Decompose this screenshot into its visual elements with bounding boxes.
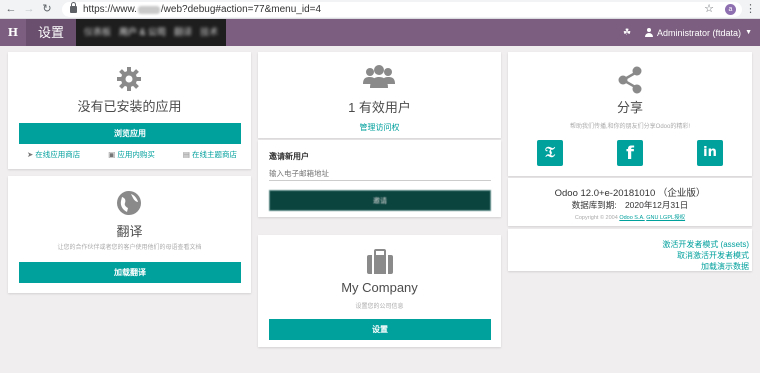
bookmark-star-icon[interactable]: ☆ [704,2,714,17]
navbar-systray: ☘ Administrator (ftdata) ▼ [623,19,752,46]
activate-dev-assets-link[interactable]: 激活开发者模式 (assets) [662,239,749,250]
menu-item-dashboard[interactable]: 仪表板 [80,19,115,46]
load-demo-data-link[interactable]: 加载演示数据 [662,261,749,272]
main-navbar: H 设置 仪表板 用户 & 公司 翻译 技术 ☘ Administrator (… [0,19,760,46]
user-avatar-icon [645,28,654,37]
invite-label: 邀请新用户 [269,152,309,161]
version-card: Odoo 12.0+e-20181010 （企业版） 数据库到期: 2020年1… [508,178,752,226]
theme-store-link[interactable]: ▤ 在线主题商店 [183,149,237,160]
home-menu-icon[interactable]: H [0,19,26,46]
url-prefix: https://www. [83,4,137,15]
rocket-icon: ➤ [27,150,34,159]
back-arrow-icon[interactable]: ← [4,2,18,16]
share-title: 分享 [616,100,643,115]
share-icon [618,66,642,94]
money-icon: ▣ [108,150,116,159]
company-subtitle: 设置您的公司信息 [355,304,404,310]
expiry-date: 2020年12月31日 [624,200,689,210]
caret-down-icon[interactable]: ▼ [745,29,752,36]
menu-item-translations[interactable]: 翻译 [170,19,196,46]
briefcase-icon [367,249,393,274]
browser-menu-icon[interactable]: ⋮ [745,2,756,17]
translate-description: 让您的合作伙伴或者您的客户使用他们的母语查看文档 [57,245,202,251]
load-translation-button[interactable]: 加载翻译 [19,262,241,283]
online-store-link[interactable]: ➤ 在线应用商店 [27,149,80,160]
active-users-title: 1 有效用户 [348,100,411,115]
url-domain-blurred [137,5,160,14]
apps-card: 没有已安装的应用 浏览应用 ➤ 在线应用商店 ▣ 应用内购买 ▤ 在线主题商店 [8,52,251,169]
lock-icon [70,2,77,13]
url-path: /web?debug#action=77&menu_id=4 [160,4,322,15]
apps-title: 没有已安装的应用 [77,99,182,114]
reload-icon[interactable]: ↻ [40,2,54,16]
expiry-label: 数据库到期: [571,200,617,210]
store-links: ➤ 在线应用商店 ▣ 应用内购买 ▤ 在线主题商店 [27,149,237,160]
in-app-purchase-link[interactable]: ▣ 应用内购买 [108,149,155,160]
copyright-text: Copyright © 2004 [574,215,618,221]
users-card: 1 有效用户 管理访问权 [258,52,501,138]
company-settings-button[interactable]: 设置 [269,319,491,340]
odoo-sa-link[interactable]: Odoo S.A. [619,215,644,221]
deactivate-dev-mode-link[interactable]: 取消激活开发者模式 [662,250,749,261]
app-title[interactable]: 设置 [26,19,77,46]
version-text: Odoo 12.0+e-20181010 （企业版） [554,188,706,199]
developer-links: 激活开发者模式 (assets) 取消激活开发者模式 加载演示数据 [662,239,749,272]
invite-button[interactable]: 邀请 [269,190,491,211]
forward-arrow-icon[interactable]: → [22,2,36,16]
company-title: My Company [341,280,418,295]
translate-card: 翻译 让您的合作伙伴或者您的客户使用他们的母语查看文档 加载翻译 [8,176,251,293]
expiry-line: 数据库到期: 2020年12月31日 [508,199,752,211]
users-icon [363,65,395,88]
menu-item-users-companies[interactable]: 用户 & 公司 [115,19,170,46]
browse-apps-button[interactable]: 浏览应用 [19,123,241,144]
gear-icon [117,67,141,91]
menu-item-technical[interactable]: 技术 [196,19,222,46]
translate-title: 翻译 [116,224,143,239]
invite-card: 邀请新用户 邀请 [258,140,501,217]
copyright-line: Copyright © 2004 Odoo S.A. GNU LGPL授权 [508,213,752,221]
company-card: My Company 设置您的公司信息 设置 [258,235,501,347]
share-subtitle: 帮助我们传播,和你的朋友们分享Odoo的精彩! [569,124,690,130]
globe-icon [117,191,141,215]
browser-toolbar: ← → ↻ https://www. /web?debug#action=77&… [0,0,760,19]
user-menu[interactable]: Administrator (ftdata) [657,28,741,38]
twitter-icon[interactable]: 𝔗 [537,140,563,166]
share-card: 分享 帮助我们传播,和你的朋友们分享Odoo的精彩! 𝔗 f in [508,52,752,176]
manage-access-link[interactable]: 管理访问权 [258,122,501,133]
extension-icon[interactable]: a [725,4,736,15]
facebook-icon[interactable]: f [617,140,643,166]
address-bar[interactable]: https://www. /web?debug#action=77&menu_i… [62,2,756,17]
image-icon: ▤ [182,150,190,159]
top-menu: 仪表板 用户 & 公司 翻译 技术 [76,19,227,46]
license-link[interactable]: GNU LGPL授权 [646,215,685,221]
linkedin-icon[interactable]: in [697,140,723,166]
bug-icon[interactable]: ☘ [623,27,631,38]
invite-email-input[interactable] [269,166,491,181]
